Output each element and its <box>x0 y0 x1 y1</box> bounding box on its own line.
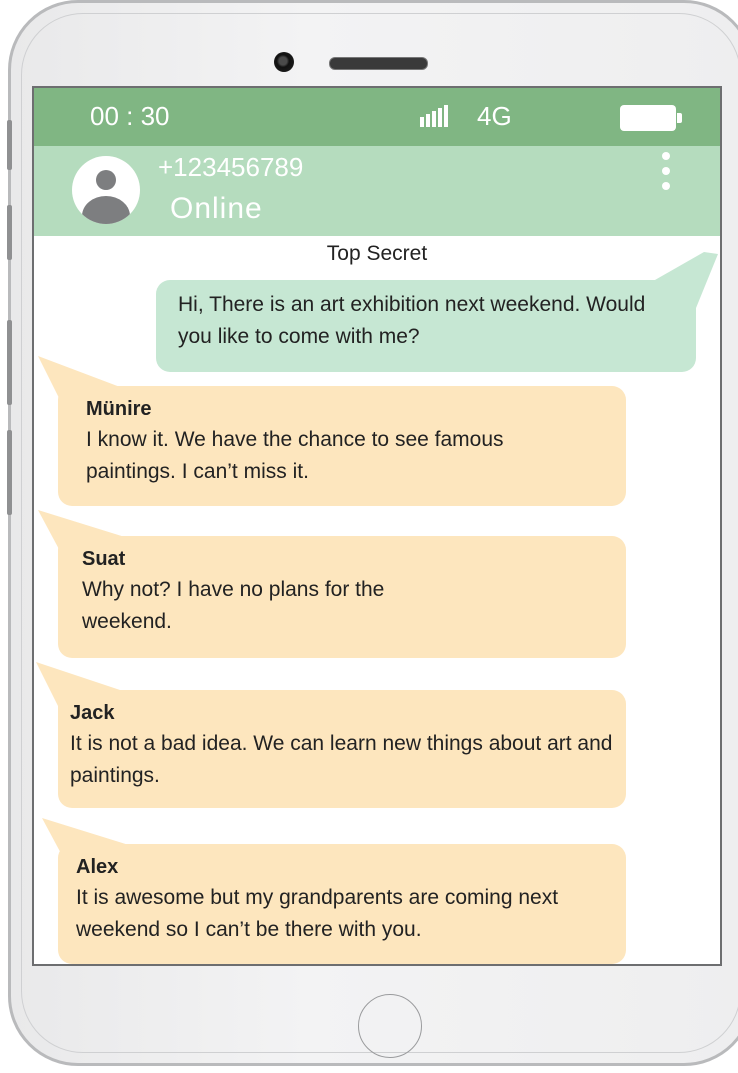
message-text: It is not a bad idea. We can learn new t… <box>70 732 613 787</box>
mute-switch <box>7 120 12 170</box>
contact-number: +123456789 <box>158 152 304 182</box>
avatar[interactable] <box>72 156 140 224</box>
volume-down-button <box>7 320 12 405</box>
signal-strength-icon <box>420 103 448 127</box>
chat-header: +123456789 Online <box>34 146 720 236</box>
more-options-icon[interactable] <box>662 152 672 190</box>
status-bar: 00 : 30 4G <box>34 88 720 146</box>
clock: 00 : 30 <box>90 101 170 131</box>
message-text: Hi, There is an art exhibition next week… <box>178 293 646 348</box>
incoming-message: Münire I know it. We have the chance to … <box>58 386 626 506</box>
incoming-message: Suat Why not? I have no plans for the we… <box>58 536 626 658</box>
incoming-message: Jack It is not a bad idea. We can learn … <box>58 690 626 808</box>
presence-status: Online <box>170 192 263 225</box>
network-type: 4G <box>477 101 512 131</box>
battery-icon <box>620 105 682 131</box>
sender-name: Münire <box>86 398 152 420</box>
outgoing-message: Hi, There is an art exhibition next week… <box>156 280 696 372</box>
message-text: I know it. We have the chance to see fam… <box>86 428 504 483</box>
message-text: Why not? I have no plans for the weekend… <box>82 578 385 633</box>
volume-up-button <box>7 205 12 260</box>
front-camera-icon <box>274 52 294 72</box>
speaker-grille <box>329 57 428 70</box>
phone-screen: 00 : 30 4G +123456789 Online Top Secret … <box>32 86 722 966</box>
incoming-message: Alex It is awesome but my grandparents a… <box>58 844 626 964</box>
chat-title: Top Secret <box>326 242 428 265</box>
home-button[interactable] <box>358 994 422 1058</box>
sender-name: Alex <box>76 856 119 878</box>
message-text: It is awesome but my grandparents are co… <box>76 886 559 941</box>
side-button <box>7 430 12 515</box>
sender-name: Suat <box>82 548 126 570</box>
sender-name: Jack <box>70 702 115 724</box>
